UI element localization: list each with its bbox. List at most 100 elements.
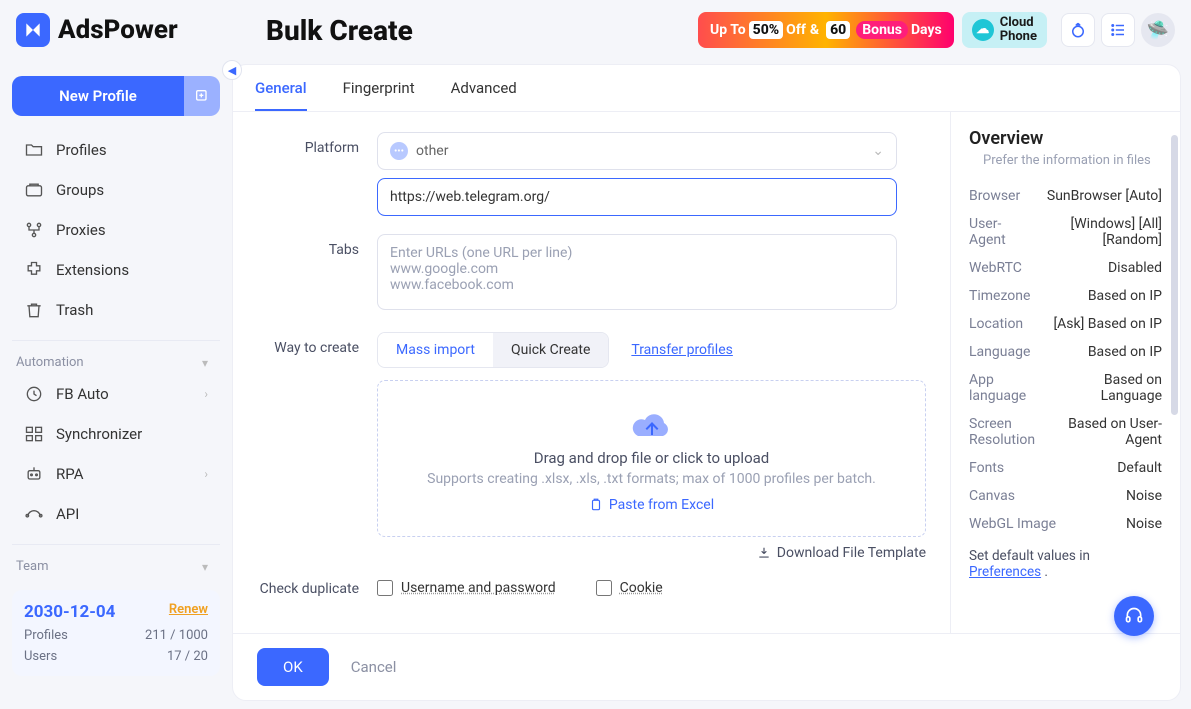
overview-row: FontsDefault [969,454,1162,482]
group-icon [24,180,44,200]
license-card: 2030-12-04 Renew Profiles211 / 1000 User… [12,590,220,676]
brand-name: AdsPower [58,15,178,45]
sidebar-item-trash[interactable]: Trash [12,290,220,330]
sidebar-main-nav: Profiles Groups Proxies Extensions Trash [12,130,220,330]
sidebar-item-rpa[interactable]: RPA › [12,454,220,494]
fbauto-icon [24,384,44,404]
overview-row: WebGL ImageNoise [969,510,1162,538]
avatar[interactable]: 🛸 [1141,13,1175,47]
cloud-phone-badge[interactable]: ☁ Cloud Phone [962,12,1047,48]
tabs-label: Tabs [257,234,377,314]
cloud-phone-icon: ☁ [972,19,994,41]
list-button[interactable] [1101,13,1135,47]
chevron-right-icon: › [204,467,208,481]
platform-label: Platform [257,132,377,216]
tab-bar: General Fingerprint Advanced [233,65,1180,112]
renew-link[interactable]: Renew [169,602,208,617]
api-icon [24,504,44,524]
overview-row: LanguageBased on IP [969,338,1162,366]
form-area: Platform ••• other ⌄ Tabs [233,112,950,633]
support-fab[interactable] [1114,596,1154,636]
paste-from-excel-link[interactable]: Paste from Excel [589,497,714,513]
sidebar-item-profiles[interactable]: Profiles [12,130,220,170]
sidebar-item-synchronizer[interactable]: Synchronizer [12,414,220,454]
sidebar-item-label: API [56,505,79,523]
dropzone-sub-text: Supports creating .xlsx, .xls, .txt form… [390,471,913,487]
chevron-right-icon: › [204,387,208,401]
footer: OK Cancel [233,633,1180,700]
mass-import-button[interactable]: Mass import [378,333,493,367]
sidebar-item-groups[interactable]: Groups [12,170,220,210]
sync-icon [24,424,44,444]
way-to-create-label: Way to create [257,332,377,561]
license-date: 2030-12-04 [24,602,115,622]
refresh-button[interactable] [1061,13,1095,47]
overview-hint: Prefer the information in files [969,149,1162,182]
check-username-password[interactable]: Username and password [377,579,556,597]
overview-panel: Overview Prefer the information in files… [950,112,1180,633]
check-cookie[interactable]: Cookie [596,579,663,597]
logo-area: AdsPower [16,13,236,47]
overview-row: Screen ResolutionBased on User-Agent [969,410,1162,454]
logo-icon [16,13,50,47]
overview-row: User-Agent[Windows] [All] [Random] [969,210,1162,254]
sidebar-item-label: Synchronizer [56,425,142,443]
scrollbar[interactable] [1171,135,1178,415]
proxy-icon [24,220,44,240]
overview-row: BrowserSunBrowser [Auto] [969,182,1162,210]
promo-banner[interactable]: Up To 50% Off & 60 Bonus Days [698,12,954,48]
platform-select[interactable]: ••• other ⌄ [377,132,897,170]
tab-fingerprint[interactable]: Fingerprint [343,79,415,111]
extension-icon [24,260,44,280]
sidebar-item-proxies[interactable]: Proxies [12,210,220,250]
main-panel: General Fingerprint Advanced Platform ••… [232,64,1181,701]
overview-row: TimezoneBased on IP [969,282,1162,310]
quick-create-button[interactable]: Quick Create [493,333,608,367]
ok-button[interactable]: OK [257,648,329,686]
sidebar-item-label: Proxies [56,221,106,239]
team-section-label[interactable]: Team▾ [12,549,220,578]
sidebar-collapse-button[interactable]: ◀ [222,60,242,80]
sidebar-item-label: Trash [56,301,93,319]
chevron-down-icon: ▾ [202,560,208,574]
tab-general[interactable]: General [255,79,307,111]
cancel-button[interactable]: Cancel [351,658,397,676]
sidebar-item-fbauto[interactable]: FB Auto › [12,374,220,414]
sidebar-item-label: Profiles [56,141,107,159]
automation-section-label[interactable]: Automation▾ [12,345,220,374]
page-title: Bulk Create [266,14,413,47]
paste-icon [589,498,603,512]
sidebar-item-label: FB Auto [56,385,109,403]
overview-row: App languageBased on Language [969,366,1162,410]
overview-title: Overview [969,128,1162,149]
rpa-icon [24,464,44,484]
download-icon [757,546,771,560]
new-profile-button[interactable]: New Profile [12,76,184,116]
download-template-link[interactable]: Download File Template [377,545,926,561]
sidebar-item-label: RPA [56,465,83,483]
overview-row: Location[Ask] Based on IP [969,310,1162,338]
tabs-textarea[interactable] [377,234,897,310]
dropzone-primary-text: Drag and drop file or click to upload [390,449,913,467]
sidebar-item-api[interactable]: API [12,494,220,534]
trash-icon [24,300,44,320]
sidebar: ◀ New Profile Profiles Groups Proxies Ex… [0,60,232,709]
topbar: AdsPower Bulk Create Up To 50% Off & 60 … [0,0,1191,60]
transfer-profiles-link[interactable]: Transfer profiles [631,342,733,358]
sidebar-item-label: Groups [56,181,104,199]
platform-url-input[interactable] [377,178,897,216]
overview-row: WebRTCDisabled [969,254,1162,282]
file-dropzone[interactable]: Drag and drop file or click to upload Su… [377,380,926,537]
check-duplicate-label: Check duplicate [257,579,377,597]
new-profile-plus-button[interactable] [184,76,220,116]
overview-row: CanvasNoise [969,482,1162,510]
tab-advanced[interactable]: Advanced [451,79,517,111]
preferences-link[interactable]: Preferences [969,564,1041,580]
folder-icon [24,140,44,160]
sidebar-item-label: Extensions [56,261,129,279]
chevron-down-icon: ⌄ [872,143,884,159]
headset-icon [1124,606,1144,626]
platform-other-icon: ••• [390,142,408,160]
sidebar-item-extensions[interactable]: Extensions [12,250,220,290]
platform-value: other [416,143,448,159]
